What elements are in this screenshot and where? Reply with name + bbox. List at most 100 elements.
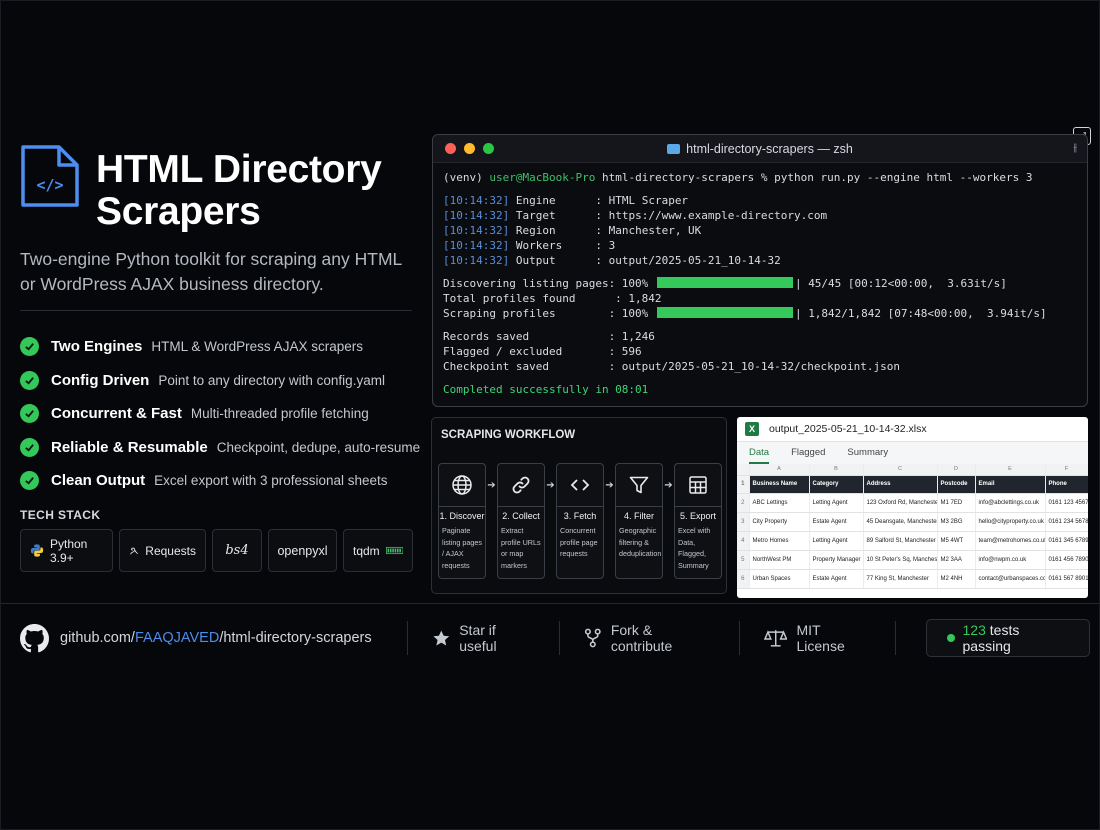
table-row: 3 City Property Estate Agent 45 Deansgate… (737, 512, 1088, 532)
fork-link[interactable]: Fork & contribute (560, 622, 739, 654)
total-line: Total profiles found : 1,842 (443, 292, 662, 305)
table-icon (689, 476, 707, 494)
workflow-steps: 1. Discover Paginate listing pages / AJA… (438, 463, 722, 579)
workflow-step-filter: 4. Filter Geographic filtering & dedupli… (615, 463, 663, 579)
divider (20, 310, 412, 311)
workflow-step-discover: 1. Discover Paginate listing pages / AJA… (438, 463, 486, 579)
prompt-user: user@MacBook-Pro (489, 171, 596, 184)
split-pane-icon[interactable]: ⫲ (1073, 142, 1077, 155)
terminal-output: (venv) user@MacBook-Pro html-directory-s… (433, 163, 1087, 397)
feature-name: Config Driven (51, 371, 150, 389)
step-desc: Extract profile URLs or map markers (501, 526, 541, 570)
discover-progress-bar (656, 277, 793, 288)
excel-sheet-tabs: Data Flagged Summary (737, 442, 1088, 464)
tech-name: Requests (145, 543, 196, 558)
scrape-progress-line: Scraping profiles : 100% | 1,842/1,842 [… (443, 307, 1047, 320)
step-desc: Excel with Data, Flagged, Summary (678, 526, 711, 570)
excel-preview: X output_2025-05-21_10-14-32.xlsx Data F… (737, 417, 1088, 598)
scrape-progress-bar (656, 307, 793, 318)
sheet-tab-data[interactable]: Data (749, 442, 770, 464)
page-frame: ⤢ </> HTML Directory Scrapers Two-engine… (0, 0, 1100, 830)
tech-stack: Python 3.9+ Requests bs4 openpyxl tqdm (20, 529, 413, 572)
step-name: 2. Collect (502, 511, 540, 521)
code-file-icon: </> (21, 145, 79, 207)
repo-link[interactable]: github.com/FAAQJAVED/html-directory-scra… (20, 623, 407, 653)
table-row: 2 ABC Lettings Letting Agent 123 Oxford R… (737, 493, 1088, 513)
page-title: HTML Directory Scrapers (96, 148, 382, 233)
feature-item: Concurrent & Fast Multi-threaded profile… (20, 397, 420, 431)
completed-line: Completed successfully in 08:01 (443, 383, 649, 396)
check-icon (20, 437, 39, 457)
workflow-step-export: 5. Export Excel with Data, Flagged, Summ… (674, 463, 722, 579)
tech-stack-label: TECH STACK (20, 508, 101, 522)
checkpoint-line: Checkpoint saved : output/2025-05-21_10-… (443, 360, 900, 373)
step-name: 3. Fetch (563, 511, 597, 521)
check-icon (20, 471, 39, 491)
feature-item: Config Driven Point to any directory wit… (20, 364, 420, 398)
feature-desc: Checkpoint, dedupe, auto-resume (216, 439, 421, 455)
feature-desc: Point to any directory with config.yaml (158, 372, 385, 388)
feature-desc: HTML & WordPress AJAX scrapers (151, 339, 363, 355)
feature-list: Two Engines HTML & WordPress AJAX scrape… (20, 330, 420, 498)
feature-item: Two Engines HTML & WordPress AJAX scrape… (20, 330, 420, 364)
arrow-right-icon: ➔ (487, 480, 496, 491)
github-icon (20, 623, 49, 652)
tech-name: openpyxl (277, 543, 328, 558)
code-icon (570, 479, 590, 491)
tech-badge-tqdm[interactable]: tqdm (343, 529, 413, 572)
table-row: 5 NorthWest PM Property Manager 10 St Pet… (737, 550, 1088, 571)
excel-header: X output_2025-05-21_10-14-32.xlsx (737, 417, 1088, 442)
globe-icon (452, 475, 472, 495)
terminal-prompt-line: (venv) user@MacBook-Pro html-directory-s… (443, 171, 1033, 184)
config-line: [10:14:32] Target : https://www.example-… (443, 209, 828, 222)
filter-icon (629, 476, 649, 494)
divider (1, 603, 1100, 604)
feature-name: Two Engines (51, 338, 143, 356)
tests-badge[interactable]: 123 tests passing (925, 619, 1091, 657)
sheet-tab-summary[interactable]: Summary (847, 442, 888, 464)
status-dot-icon (946, 634, 955, 642)
tech-badge-python[interactable]: Python 3.9+ (20, 529, 113, 572)
records-line: Records saved : 1,246 (443, 330, 655, 343)
step-name: 5. Export (679, 511, 717, 521)
workflow-step-fetch: 3. Fetch Concurrent profile page request… (556, 463, 604, 579)
python-icon (30, 544, 44, 557)
step-desc: Paginate listing pages / AJAX requests (442, 526, 482, 570)
tech-badge-requests[interactable]: Requests (119, 529, 206, 572)
workflow-step-collect: 2. Collect Extract profile URLs or map m… (497, 463, 545, 579)
license-link[interactable]: MIT License (740, 622, 895, 654)
separator (894, 621, 896, 655)
arrow-right-icon: ➔ (664, 480, 673, 491)
tech-badge-bs4[interactable]: bs4 (212, 529, 262, 572)
check-icon (20, 404, 39, 424)
feature-name: Clean Output (51, 472, 146, 490)
feature-name: Concurrent & Fast (51, 405, 182, 423)
feature-name: Reliable & Resumable (51, 438, 208, 456)
arrow-right-icon: ➔ (546, 480, 555, 491)
requests-icon (130, 547, 138, 555)
step-name: 4. Filter (623, 511, 654, 521)
svg-text:</>: </> (36, 176, 63, 194)
fork-icon (585, 628, 601, 648)
flagged-line: Flagged / excluded : 596 (443, 345, 642, 358)
step-desc: Concurrent profile page requests (560, 526, 598, 558)
star-link[interactable]: Star if useful (408, 622, 560, 654)
table-row: 6 Urban Spaces Estate Agent 77 King St, M… (737, 569, 1088, 590)
terminal-window[interactable]: html-directory-scrapers — zsh ⫲ (venv) u… (432, 134, 1088, 407)
excel-grid: AB CD EF 1 Business Name Category Address… (737, 464, 1088, 590)
step-desc: Geographic filtering & deduplication (619, 526, 662, 558)
link-icon (512, 476, 530, 494)
scale-icon (764, 630, 788, 647)
tech-name: tqdm (353, 543, 380, 558)
table-row: 4 Metro Homes Letting Agent 89 Salford St… (737, 531, 1088, 552)
check-icon (20, 337, 39, 357)
star-icon (433, 630, 449, 645)
footer-bar: github.com/FAAQJAVED/html-directory-scra… (20, 619, 1091, 657)
table-header: 1 Business Name Category Address Postcode … (737, 475, 1088, 494)
feature-desc: Multi-threaded profile fetching (190, 406, 369, 422)
tech-name: Python 3.9+ (50, 536, 88, 565)
tech-badge-openpyxl[interactable]: openpyxl (268, 529, 337, 572)
sheet-tab-flagged[interactable]: Flagged (791, 442, 825, 464)
feature-desc: Excel export with 3 professional sheets (154, 473, 388, 489)
tech-name: bs4 (225, 543, 249, 558)
